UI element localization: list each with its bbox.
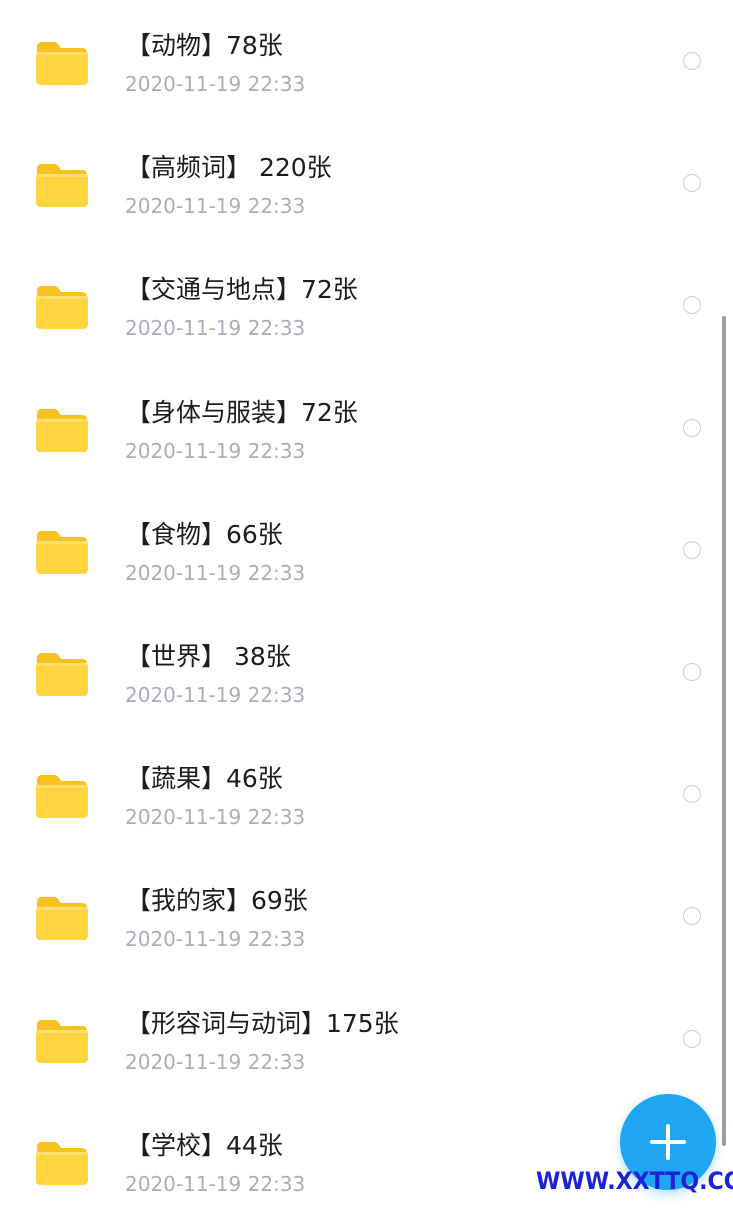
select-radio[interactable] [683, 1029, 701, 1048]
select-radio[interactable] [683, 540, 701, 559]
folder-name: 【动物】78张 [126, 31, 283, 60]
folder-date: 2020-11-19 22:33 [125, 194, 306, 219]
folder-name: 【世界】 38张 [126, 642, 291, 671]
folder-icon [34, 284, 90, 330]
folder-icon [34, 773, 90, 819]
folder-icon [34, 651, 90, 697]
select-radio[interactable] [683, 418, 701, 437]
folder-date: 2020-11-19 22:33 [125, 805, 306, 830]
select-radio[interactable] [683, 663, 701, 681]
folder-icon [34, 529, 90, 575]
folder-row[interactable]: 【动物】78张 2020-11-19 22:33 [0, 0, 733, 122]
select-radio[interactable] [683, 52, 701, 70]
folder-date: 2020-11-19 22:33 [125, 1049, 306, 1074]
folder-icon [34, 407, 90, 453]
folder-icon [34, 162, 90, 208]
folder-date: 2020-11-19 22:33 [125, 316, 306, 341]
folder-name: 【高频词】 220张 [126, 153, 332, 183]
folder-date: 2020-11-19 22:33 [125, 927, 306, 952]
folder-icon [34, 1140, 90, 1186]
folder-list: 【动物】78张 2020-11-19 22:33 【高频词】 220张 2020-11… [0, 0, 733, 1200]
folder-date: 2020-11-19 22:33 [125, 438, 306, 463]
plus-icon [650, 1124, 686, 1160]
watermark: WWW.XXTTQ.COM [536, 1167, 733, 1195]
folder-date: 2020-11-19 22:33 [125, 560, 306, 585]
folder-icon [34, 895, 90, 941]
folder-date: 2020-11-19 22:33 [125, 72, 306, 96]
select-radio[interactable] [683, 296, 701, 315]
scrollbar[interactable] [722, 316, 726, 1146]
folder-name: 【学校】44张 [126, 1130, 283, 1160]
folder-name: 【我的家】69张 [126, 886, 308, 916]
folder-row[interactable]: 【食物】66张 2020-11-19 22:33 [0, 489, 733, 611]
folder-icon [34, 1018, 90, 1064]
select-radio[interactable] [683, 174, 701, 193]
select-radio[interactable] [683, 907, 701, 926]
folder-row[interactable]: 【蔬果】46张 2020-11-19 22:33 [0, 733, 733, 855]
folder-date: 2020-11-19 22:33 [125, 683, 306, 707]
folder-name: 【身体与服装】72张 [126, 397, 358, 427]
folder-row[interactable]: 【高频词】 220张 2020-11-19 22:33 [0, 122, 733, 244]
folder-row[interactable]: 【世界】 38张 2020-11-19 22:33 [0, 611, 733, 733]
folder-row[interactable]: 【形容词与动词】175张 2020-11-19 22:33 [0, 978, 733, 1100]
folder-name: 【交通与地点】72张 [126, 275, 358, 305]
folder-name: 【蔬果】46张 [126, 764, 283, 794]
folder-name: 【食物】66张 [126, 519, 283, 549]
folder-icon [34, 40, 90, 86]
folder-row[interactable]: 【交通与地点】72张 2020-11-19 22:33 [0, 244, 733, 366]
select-radio[interactable] [683, 785, 701, 804]
folder-row[interactable]: 【身体与服装】72张 2020-11-19 22:33 [0, 367, 733, 489]
folder-name: 【形容词与动词】175张 [126, 1008, 399, 1038]
folder-row[interactable]: 【我的家】69张 2020-11-19 22:33 [0, 855, 733, 977]
folder-date: 2020-11-19 22:33 [125, 1171, 306, 1196]
